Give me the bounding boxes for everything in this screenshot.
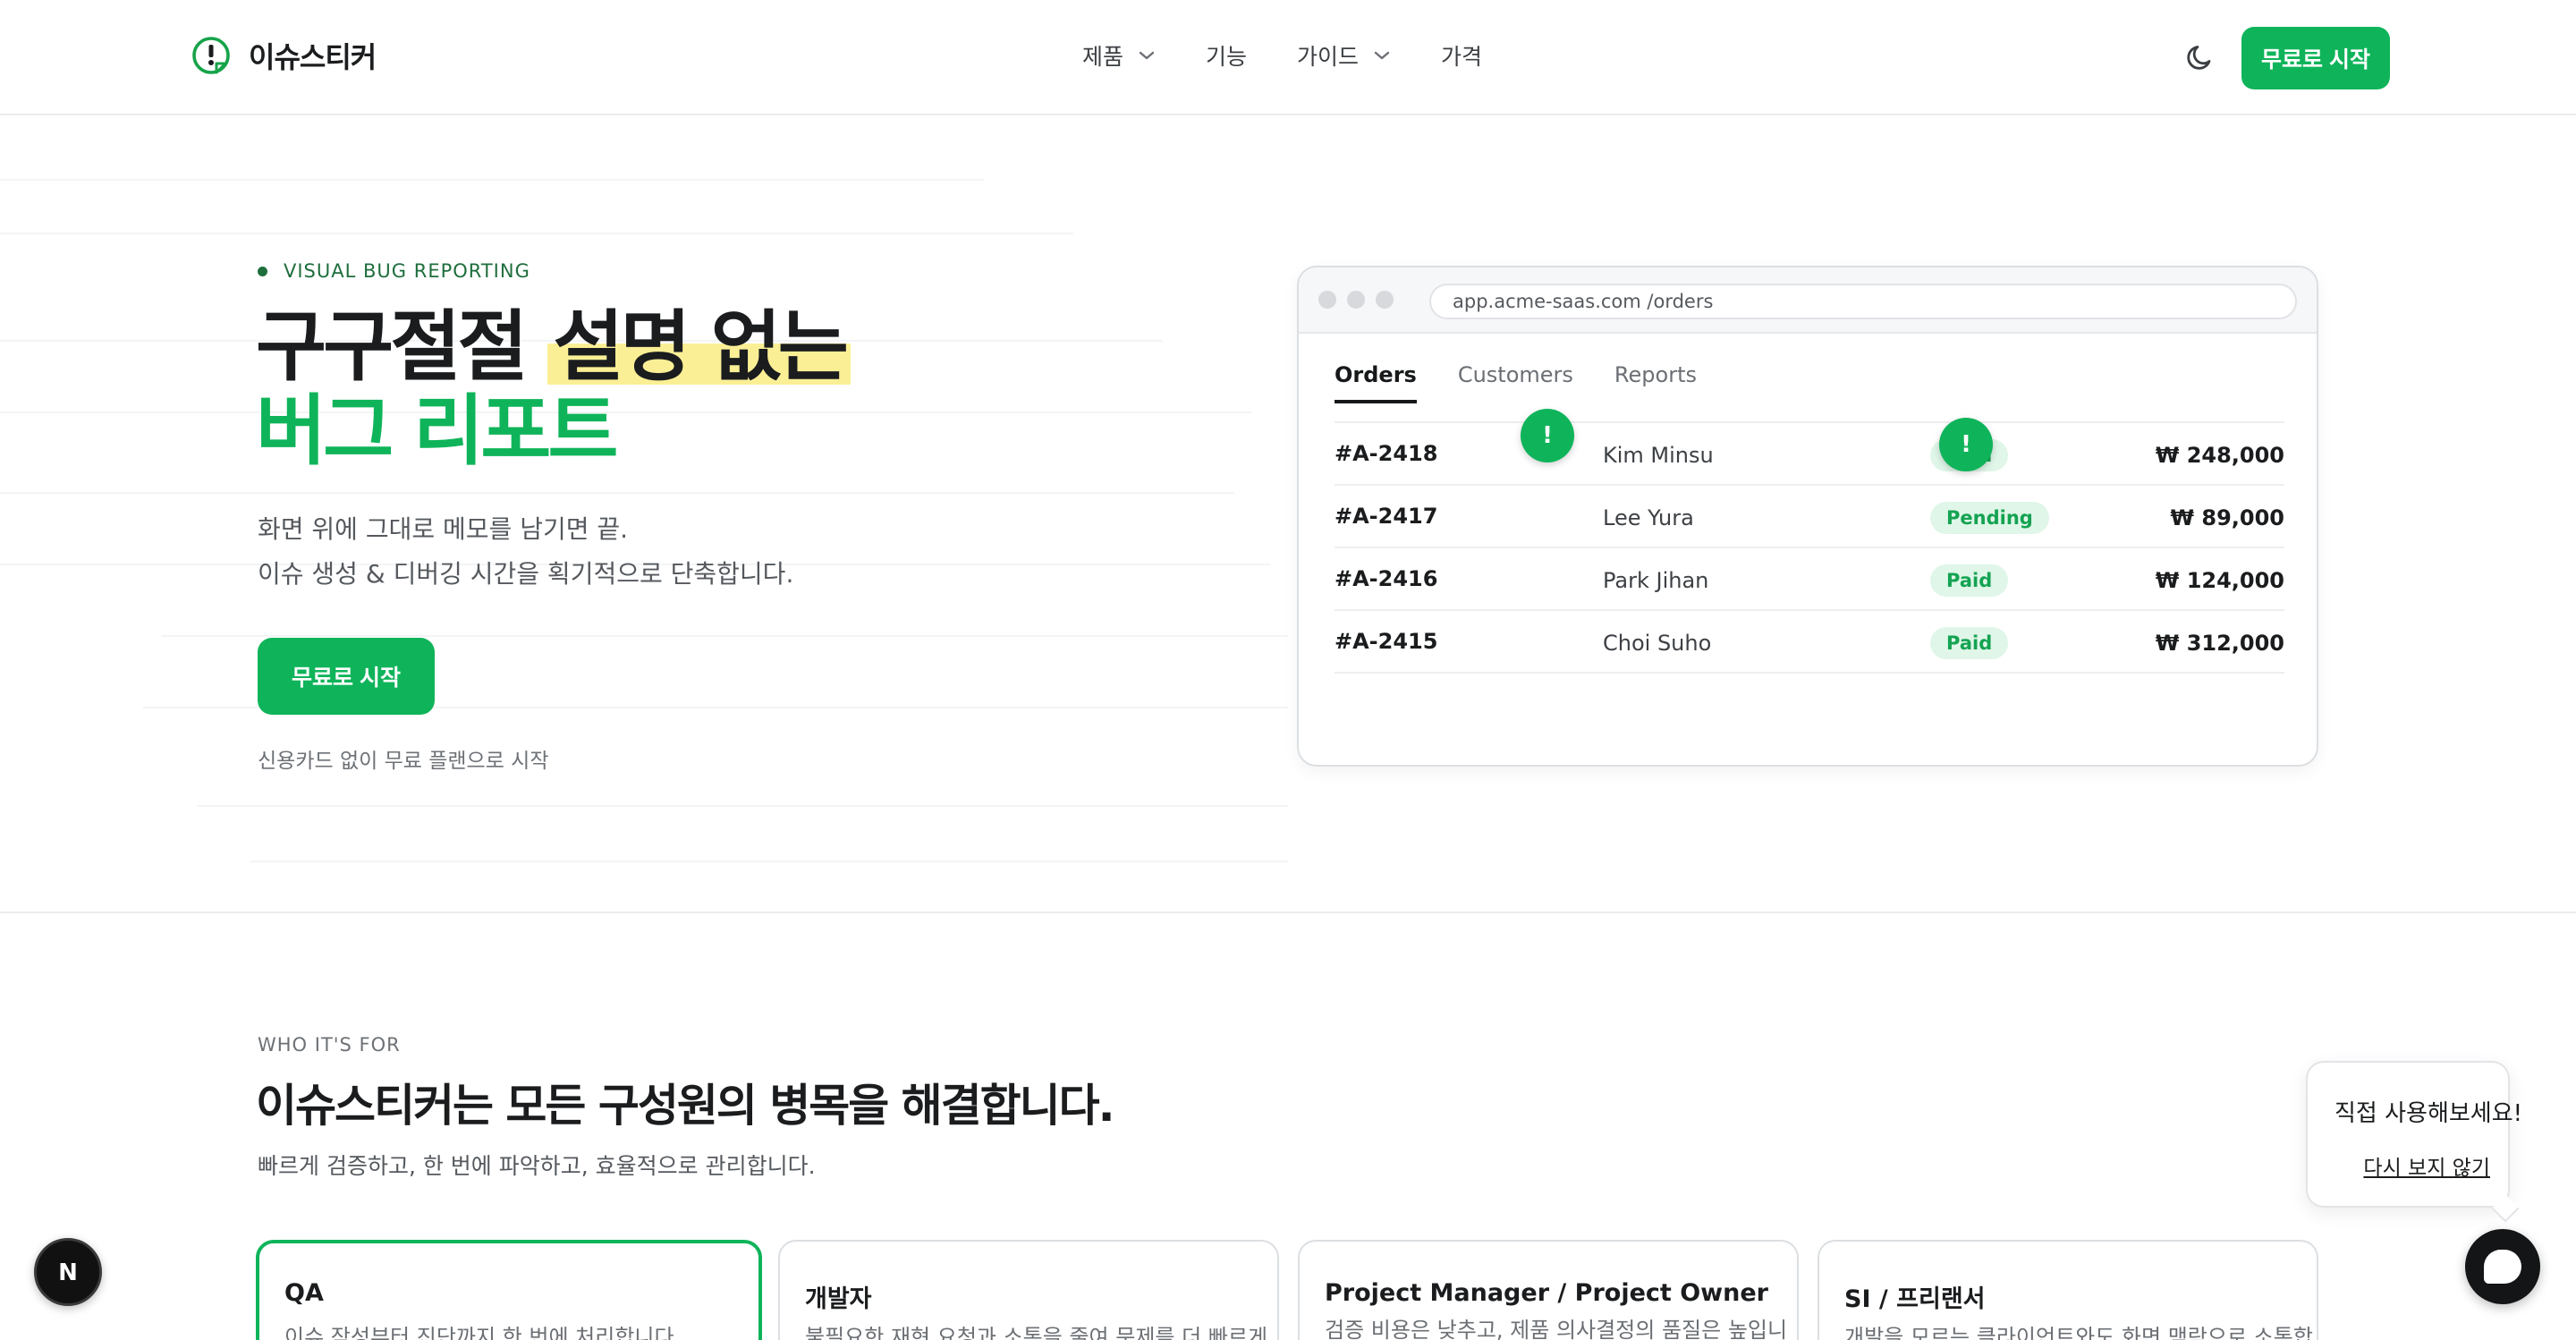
card-desc: 불필요한 재현 요청과 소통을 줄여 문제를 더 빠르게 xyxy=(805,1325,1268,1340)
table-row: #A-2418 Kim Minsu Paid ₩ 248,000 xyxy=(1335,423,2284,486)
brand-name: 이슈스티커 xyxy=(249,40,377,74)
who-eyebrow: WHO IT'S FOR xyxy=(258,1034,401,1056)
nav-item-features[interactable]: 기능 xyxy=(1206,39,1247,72)
chevron-down-icon xyxy=(1139,51,1155,60)
order-customer: Kim Minsu xyxy=(1603,443,1714,468)
chevron-down-icon xyxy=(1374,51,1390,60)
issue-pin: ! xyxy=(1939,418,1993,471)
order-customer: Park Jihan xyxy=(1603,568,1709,593)
nav-item-label: 제품 xyxy=(1082,44,1124,70)
eyebrow-dot xyxy=(258,266,267,276)
hero-subtitle: 화면 위에 그대로 메모를 남기면 끝. 이슈 생성 & 디버깅 시간을 획기적… xyxy=(258,507,793,597)
hero-headline: 구구절절 설명 없는 버그 리포트 xyxy=(256,302,851,476)
window-dot xyxy=(1376,291,1394,309)
try-it-popover: 직접 사용해보세요! 다시 보지 않기 xyxy=(2306,1061,2522,1208)
persona-card-developer[interactable]: 개발자 불필요한 재현 요청과 소통을 줄여 문제를 더 빠르게 xyxy=(778,1240,1279,1340)
browser-toolbar: app.acme-saas.com /orders xyxy=(1299,267,2317,334)
hero-eyebrow: VISUAL BUG REPORTING xyxy=(258,260,530,282)
persona-card-si[interactable]: SI / 프리랜서 개발을 모르는 클라이언트와도 화면 맥락으로 소통합 xyxy=(1818,1240,2318,1340)
nextjs-devtools-badge[interactable]: N xyxy=(34,1238,102,1306)
hero-section: VISUAL BUG REPORTING 구구절절 설명 없는 버그 리포트 화… xyxy=(0,117,2576,913)
nav-item-guide[interactable]: 가이드 xyxy=(1297,39,1391,72)
hero-subtitle-line2: 이슈 생성 & 디버깅 시간을 획기적으로 단축합니다. xyxy=(258,559,794,589)
hero-note: 신용카드 없이 무료 플랜으로 시작 xyxy=(258,750,549,773)
who-title: 이슈스티커는 모든 구성원의 병목을 해결합니다. xyxy=(256,1080,1115,1132)
order-id: #A-2416 xyxy=(1335,566,1438,591)
popover-title: 직접 사용해보세요! xyxy=(2334,1100,2523,1127)
order-amount: ₩ 89,000 xyxy=(2170,505,2284,530)
eyebrow-text: VISUAL BUG REPORTING xyxy=(284,260,530,282)
moon-icon[interactable] xyxy=(2182,39,2218,75)
window-dot xyxy=(1347,291,1365,309)
mock-tabs: Orders Customers Reports xyxy=(1335,362,1738,403)
hero-subtitle-line1: 화면 위에 그대로 메모를 남기면 끝. xyxy=(258,514,629,544)
who-subtitle: 빠르게 검증하고, 한 번에 파악하고, 효율적으로 관리합니다. xyxy=(258,1153,816,1179)
order-id: #A-2418 xyxy=(1335,441,1438,466)
card-desc: 검증 비용은 낮추고, 제품 의사결정의 품질은 높입니 xyxy=(1325,1318,1788,1340)
nav-item-label: 가격 xyxy=(1441,44,1483,70)
nav-item-label: 기능 xyxy=(1206,44,1248,70)
window-dot xyxy=(1318,291,1336,309)
nav-item-label: 가이드 xyxy=(1297,44,1360,70)
issue-pin: ! xyxy=(1521,409,1574,462)
chat-bubble-icon xyxy=(2484,1250,2521,1284)
address-bar: app.acme-saas.com /orders xyxy=(1429,284,2297,319)
order-id: #A-2415 xyxy=(1335,629,1438,654)
headline-plain: 구구절절 xyxy=(256,302,548,392)
nav-item-pricing[interactable]: 가격 xyxy=(1441,39,1482,72)
hero-start-free-button[interactable]: 무료로 시작 xyxy=(258,638,435,715)
brand-logo[interactable]: 이슈스티커 xyxy=(190,34,377,77)
nextjs-logo-letter: N xyxy=(58,1259,78,1286)
order-customer: Lee Yura xyxy=(1603,505,1694,530)
headline-green: 버그 리포트 xyxy=(256,386,619,476)
persona-card-pm[interactable]: Project Manager / Project Owner 검증 비용은 낮… xyxy=(1298,1240,1799,1340)
browser-mockup: app.acme-saas.com /orders Orders Custome… xyxy=(1297,266,2318,767)
site-header: 이슈스티커 제품 기능 가이드 가격 무료로 시작 xyxy=(0,0,2576,115)
card-title: Project Manager / Project Owner xyxy=(1325,1279,1768,1307)
tab-orders: Orders xyxy=(1335,362,1417,403)
card-title: 개발자 xyxy=(805,1285,872,1313)
tab-reports: Reports xyxy=(1614,362,1697,387)
logo-icon xyxy=(192,37,230,74)
table-row: #A-2416 Park Jihan Paid ₩ 124,000 xyxy=(1335,548,2284,611)
nextjs-logo-icon: N xyxy=(58,1259,78,1286)
orders-table: #A-2418 Kim Minsu Paid ₩ 248,000 #A-2417… xyxy=(1335,423,2284,674)
status-badge: Pending xyxy=(1930,502,2049,534)
card-desc: 이슈 작성부터 진단까지 한 번에 처리합니다. xyxy=(284,1325,682,1340)
order-amount: ₩ 248,000 xyxy=(2155,443,2284,468)
card-title: QA xyxy=(284,1279,324,1307)
order-id: #A-2417 xyxy=(1335,504,1438,529)
order-amount: ₩ 312,000 xyxy=(2155,631,2284,656)
order-customer: Choi Suho xyxy=(1603,631,1712,656)
status-badge: Paid xyxy=(1930,627,2009,659)
order-amount: ₩ 124,000 xyxy=(2155,568,2284,593)
table-row: #A-2417 Lee Yura Pending ₩ 89,000 xyxy=(1335,486,2284,548)
status-badge: Paid xyxy=(1930,564,2009,597)
card-desc: 개발을 모르는 클라이언트와도 화면 맥락으로 소통합 xyxy=(1844,1325,2313,1340)
tab-customers: Customers xyxy=(1457,362,1573,387)
card-title: SI / 프리랜서 xyxy=(1844,1285,1986,1313)
persona-card-qa[interactable]: QA 이슈 작성부터 진단까지 한 번에 처리합니다. xyxy=(256,1240,762,1340)
headline-highlight: 설명 없는 xyxy=(547,302,851,392)
header-start-free-button[interactable]: 무료로 시작 xyxy=(2241,27,2390,89)
chat-launcher-button[interactable] xyxy=(2465,1229,2540,1304)
table-row: #A-2415 Choi Suho Paid ₩ 312,000 xyxy=(1335,611,2284,674)
dont-show-again-link[interactable]: 다시 보지 않기 xyxy=(2363,1150,2490,1181)
nav-item-product[interactable]: 제품 xyxy=(1082,39,1156,72)
main-nav: 제품 기능 가이드 가격 xyxy=(1082,39,1532,72)
